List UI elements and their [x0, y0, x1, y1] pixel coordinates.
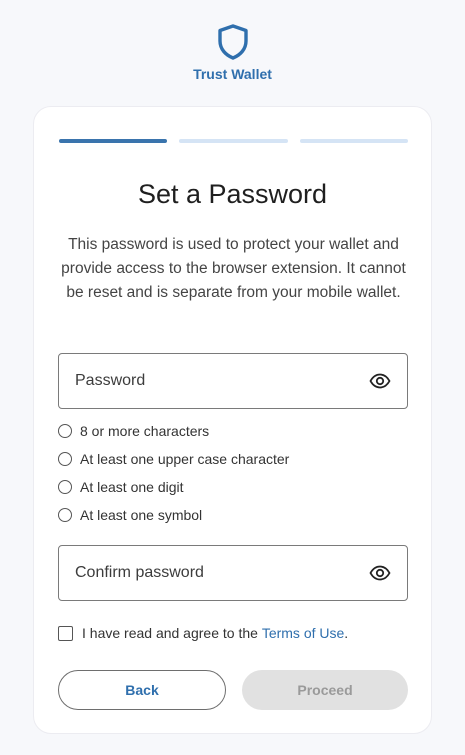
progress-step-3	[299, 139, 408, 143]
terms-agreement: I have read and agree to the Terms of Us…	[58, 625, 348, 641]
page-title: Set a Password	[137, 179, 328, 209]
password-input[interactable]	[59, 354, 369, 408]
confirm-password-input[interactable]	[59, 546, 369, 600]
confirm-password-field[interactable]	[58, 545, 408, 601]
password-requirements: 8 or more characters At least one upper …	[58, 417, 289, 529]
password-card: Set a Password This password is used to …	[33, 106, 432, 734]
requirement-label: At least one symbol	[80, 507, 203, 523]
requirement-label: At least one upper case character	[80, 451, 290, 467]
shield-icon	[217, 24, 248, 60]
requirement-label: At least one digit	[80, 479, 184, 495]
description: This password is used to protect your wa…	[61, 236, 406, 301]
proceed-button[interactable]: Proceed	[242, 670, 408, 710]
requirement-item: At least one digit	[58, 473, 289, 501]
requirement-item: At least one upper case character	[58, 445, 289, 473]
password-field[interactable]	[58, 353, 408, 409]
requirement-indicator	[58, 480, 72, 494]
requirement-item: At least one symbol	[58, 501, 289, 529]
progress-step-2	[179, 139, 288, 143]
requirement-indicator	[58, 452, 72, 466]
back-button[interactable]: Back	[58, 670, 226, 710]
agreement-suffix: .	[344, 625, 349, 641]
logo: Trust Wallet	[0, 24, 465, 82]
eye-icon[interactable]	[369, 373, 391, 389]
progress-steps	[59, 139, 408, 143]
agreement-text: I have read and agree to the	[82, 625, 262, 641]
progress-step-1	[59, 139, 168, 143]
requirement-indicator	[58, 424, 72, 438]
eye-icon[interactable]	[369, 565, 391, 581]
requirement-indicator	[58, 508, 72, 522]
brand-name: Trust Wallet	[193, 66, 272, 82]
terms-link[interactable]: Terms of Use	[262, 625, 344, 641]
requirement-item: 8 or more characters	[58, 417, 289, 445]
terms-checkbox[interactable]	[58, 625, 73, 641]
requirement-label: 8 or more characters	[80, 423, 210, 439]
